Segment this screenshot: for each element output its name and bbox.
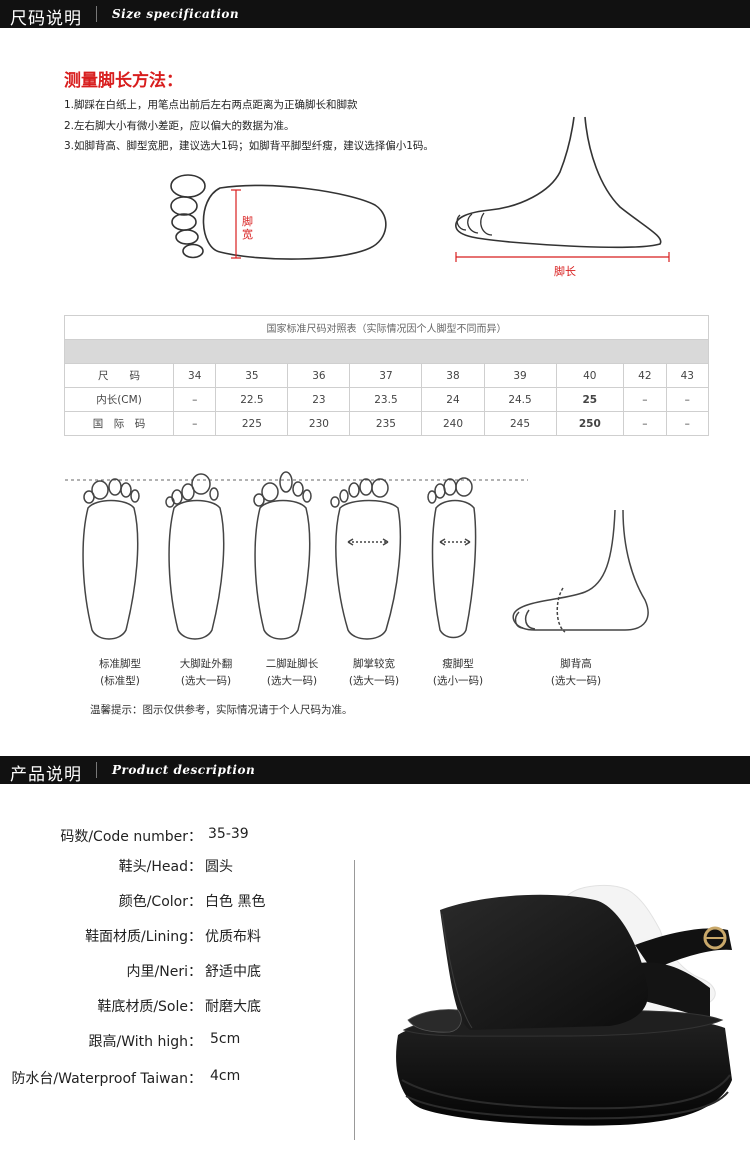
table-cell: – — [172, 411, 217, 436]
table-cell: – — [623, 387, 667, 412]
foot-type-thin: 瘦脚型 (选小一码) — [410, 656, 506, 690]
foot-top-view-illustration — [170, 174, 387, 260]
size-table: 国家标准尺码对照表（实际情况因个人脚型不同而异） 尺 码 34 35 36 37… — [64, 315, 710, 436]
spec-value: 4cm — [210, 1068, 241, 1084]
table-cell: – — [172, 387, 217, 412]
foot-type-high-instep: 脚背高 (选大一码) — [528, 656, 624, 690]
size-row-size: 尺 码 34 35 36 37 38 39 40 42 43 — [64, 363, 710, 388]
table-cell: 235 — [349, 411, 423, 436]
spec-label: 鞋面材质/Lining： — [85, 929, 202, 945]
spec-label: 内里/Neri： — [126, 964, 202, 980]
table-cell: 23.5 — [349, 387, 423, 412]
spec-value: 圆头 — [205, 859, 233, 875]
foot-type-wide-icon — [330, 478, 402, 640]
size-row-inner-length: 内长(CM) – 22.5 23 23.5 24 24.5 25 – – — [64, 387, 710, 412]
foot-side-view-illustration — [455, 116, 662, 249]
size-row-international: 国 际 码 – 225 230 235 240 245 250 – – — [64, 411, 710, 436]
spec-value: 5cm — [210, 1031, 241, 1047]
row-label: 国 际 码 — [64, 411, 174, 436]
foot-type-name: 标准脚型 — [99, 658, 141, 670]
foot-length-label: 脚长 — [554, 265, 576, 278]
header-divider — [96, 762, 97, 778]
table-cell: 24.5 — [483, 387, 557, 412]
table-cell: 230 — [287, 411, 351, 436]
foot-type-wide: 脚掌较宽 (选大一码) — [326, 656, 422, 690]
foot-type-name: 瘦脚型 — [442, 658, 474, 670]
measure-step-1: 1.脚踩在白纸上，用笔点出前后左右两点距离为正确脚长和脚款 — [64, 99, 358, 111]
spec-label: 码数/Code number： — [60, 829, 202, 845]
sandal-product-image — [396, 885, 732, 1126]
product-desc-title-en: Product description — [112, 763, 256, 777]
spec-label: 鞋底材质/Sole： — [97, 999, 202, 1015]
foot-type-advice: (选大一码) — [550, 675, 602, 687]
spec-label: 鞋头/Head： — [118, 859, 202, 875]
spec-label: 颜色/Color： — [118, 894, 202, 910]
foot-type-second-toe-icon — [253, 471, 312, 640]
foot-type-advice: (选小一码) — [432, 675, 484, 687]
size-table-caption: 国家标准尺码对照表（实际情况因个人脚型不同而异） — [64, 315, 709, 340]
table-cell: – — [623, 411, 667, 436]
spec-label: 防水台/Waterproof Taiwan： — [11, 1071, 202, 1087]
foot-type-standard-icon — [82, 478, 140, 640]
foot-type-advice: (选大一码) — [180, 675, 232, 687]
table-cell: 36 — [287, 363, 351, 388]
table-cell: 35 — [215, 363, 289, 388]
row-label: 内长(CM) — [64, 387, 174, 412]
table-cell: 240 — [421, 411, 485, 436]
size-spec-title-cn: 尺码说明 — [10, 9, 82, 29]
foot-type-name: 脚背高 — [560, 658, 592, 670]
foot-width-label: 脚宽 — [242, 215, 253, 241]
spec-value: 优质布料 — [205, 929, 261, 945]
size-tip: 温馨提示：图示仅供参考，实际情况请于个人尺码为准。 — [90, 704, 353, 716]
table-cell: 25 — [555, 387, 625, 412]
spec-value: 35-39 — [208, 826, 249, 842]
table-cell: 250 — [555, 411, 625, 436]
foot-types-illustration — [65, 471, 649, 640]
measure-step-3: 3.如脚背高、脚型宽肥，建议选大1码；如脚背平脚型纤瘦，建议选择偏小1码。 — [64, 140, 434, 152]
foot-type-advice: (标准型) — [100, 675, 140, 687]
foot-type-high-instep-icon — [512, 509, 649, 633]
table-cell: – — [665, 411, 710, 436]
header-divider — [96, 6, 97, 22]
measure-title: 测量脚长方法： — [64, 71, 183, 91]
foot-type-advice: (选大一码) — [348, 675, 400, 687]
table-cell: 23 — [287, 387, 351, 412]
product-desc-header: 产品说明 Product description — [0, 756, 750, 785]
foot-type-thin-icon — [427, 477, 477, 639]
table-cell: 40 — [555, 363, 625, 388]
foot-type-bunion-icon — [165, 473, 225, 640]
row-label: 尺 码 — [64, 363, 174, 388]
foot-type-bunion: 大脚趾外翻 (选大一码) — [158, 656, 254, 690]
table-cell: 225 — [215, 411, 289, 436]
table-cell: 43 — [665, 363, 710, 388]
product-desc-title-cn: 产品说明 — [10, 765, 82, 785]
foot-type-name: 脚掌较宽 — [353, 658, 395, 670]
table-cell: 39 — [483, 363, 557, 388]
size-table-gray-band — [64, 339, 709, 364]
table-cell: 42 — [623, 363, 667, 388]
table-cell: 38 — [421, 363, 485, 388]
table-cell: 34 — [172, 363, 217, 388]
foot-type-standard: 标准脚型 (标准型) — [72, 656, 168, 690]
spec-value: 白色 黑色 — [205, 894, 266, 910]
table-cell: – — [665, 387, 710, 412]
spec-value: 舒适中底 — [205, 964, 261, 980]
spec-label: 跟高/With high： — [88, 1034, 202, 1050]
spec-value: 耐磨大底 — [205, 999, 261, 1015]
table-cell: 22.5 — [215, 387, 289, 412]
table-cell: 24 — [421, 387, 485, 412]
size-spec-title-en: Size specification — [112, 7, 240, 21]
foot-length-line — [455, 252, 670, 262]
foot-type-name: 大脚趾外翻 — [179, 658, 233, 670]
table-cell: 37 — [349, 363, 423, 388]
size-spec-header: 尺码说明 Size specification — [0, 0, 750, 29]
spec-divider — [354, 860, 355, 1140]
table-cell: 245 — [483, 411, 557, 436]
measure-step-2: 2.左右脚大小有微小差距，应以偏大的数据为准。 — [64, 120, 295, 132]
